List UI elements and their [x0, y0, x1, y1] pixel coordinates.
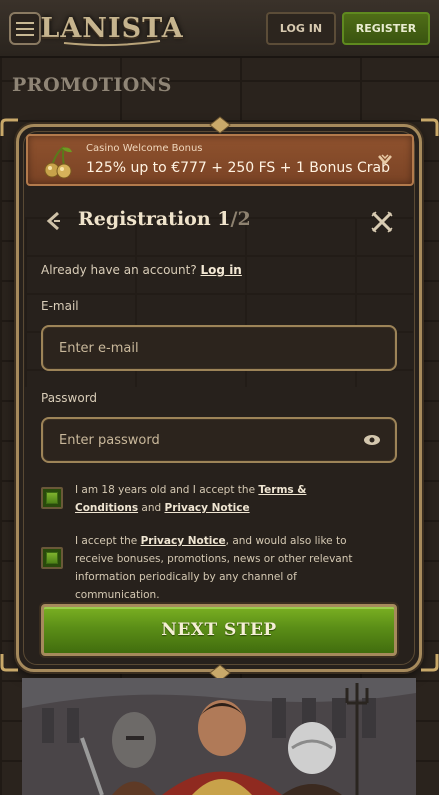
chevron-down-icon [378, 154, 392, 165]
register-button[interactable]: REGISTER [342, 12, 430, 45]
show-password-icon[interactable] [363, 434, 381, 446]
age-terms-text: I am 18 years old and I accept the Terms… [75, 481, 365, 517]
already-account-text: Already have an account? Log in [41, 263, 242, 277]
age-terms-prefix: I am 18 years old and I accept the [75, 484, 259, 496]
login-link[interactable]: Log in [201, 263, 242, 277]
marketing-privacy-link[interactable]: Privacy Notice [141, 535, 226, 547]
corner-ornament-icon [421, 118, 439, 136]
corner-ornament-icon [421, 654, 439, 672]
registration-title: Registration 1/2 [78, 208, 251, 230]
password-label: Password [41, 391, 98, 405]
privacy-notice-link[interactable]: Privacy Notice [165, 502, 250, 514]
age-terms-checkbox[interactable] [41, 487, 63, 509]
email-label: E-mail [41, 299, 79, 313]
cherry-icon [44, 146, 72, 179]
corner-ornament-icon [0, 654, 18, 672]
email-placeholder: Enter e-mail [59, 340, 139, 356]
marketing-consent: I accept the Privacy Notice, and would a… [41, 532, 361, 601]
login-button[interactable]: LOG IN [266, 12, 336, 45]
next-step-button[interactable]: NEXT STEP [41, 604, 397, 656]
bonus-label: Casino Welcome Bonus [86, 143, 203, 154]
registration-title-text: Registration 1 [78, 208, 231, 230]
gladiator-hero-image [22, 678, 416, 795]
marketing-text: I accept the Privacy Notice, and would a… [75, 532, 365, 604]
menu-icon[interactable] [9, 12, 41, 45]
marketing-checkbox[interactable] [41, 547, 63, 569]
email-field[interactable]: Enter e-mail [41, 325, 397, 371]
welcome-bonus-selector[interactable]: Casino Welcome Bonus 125% up to €777 + 2… [26, 134, 414, 186]
close-icon[interactable] [370, 210, 394, 234]
page-title: PROMOTIONS [12, 74, 172, 96]
password-placeholder: Enter password [59, 432, 160, 448]
corner-ornament-icon [0, 118, 18, 136]
marketing-prefix: I accept the [75, 535, 141, 547]
bonus-offer-text: 125% up to €777 + 250 FS + 1 Bonus Crab [86, 160, 390, 176]
age-terms-consent: I am 18 years old and I accept the Terms… [41, 481, 361, 517]
gladiators-illustration [22, 678, 416, 795]
age-terms-and: and [138, 502, 165, 514]
already-account-label: Already have an account? [41, 263, 197, 277]
back-arrow-icon[interactable] [44, 210, 64, 232]
logo-sword-icon [63, 40, 161, 47]
registration-step-suffix: /2 [230, 208, 251, 230]
diamond-ornament-icon [209, 116, 231, 134]
top-header: LANISTA LOG IN REGISTER [0, 0, 439, 58]
password-field[interactable]: Enter password [41, 417, 397, 463]
